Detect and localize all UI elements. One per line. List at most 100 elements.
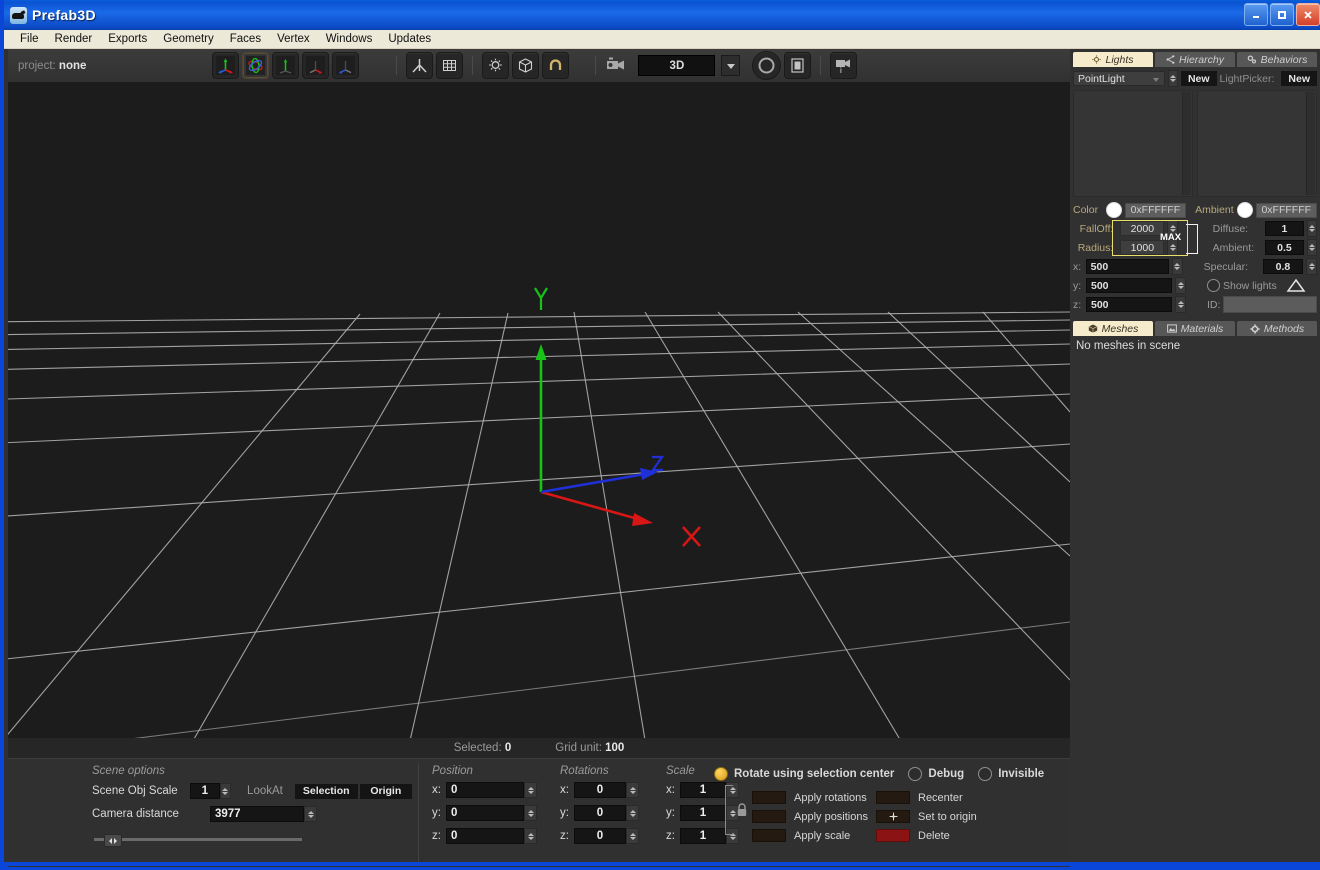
radius-field[interactable]: 1000 [1120, 240, 1165, 255]
new-light-button[interactable]: New [1180, 71, 1217, 86]
specular-spinner[interactable] [1306, 258, 1317, 275]
triangle-icon[interactable] [1286, 278, 1306, 293]
rotation-z-spinner[interactable] [626, 828, 639, 844]
minimize-button[interactable] [1244, 3, 1268, 26]
maximize-button[interactable] [1270, 3, 1294, 26]
camera-info-button[interactable]: i [830, 52, 858, 79]
tab-lights[interactable]: Lights [1073, 52, 1153, 67]
id-field[interactable] [1223, 296, 1317, 313]
translate-gizmo-button[interactable] [212, 52, 240, 79]
rotation-x-spinner[interactable] [626, 782, 639, 798]
menu-item-updates[interactable]: Updates [380, 32, 439, 46]
position-y-spinner[interactable] [524, 805, 537, 821]
tab-materials[interactable]: Materials [1155, 321, 1235, 336]
ambient-field[interactable]: 0.5 [1265, 240, 1304, 255]
rotate-gizmo-button[interactable] [242, 52, 270, 79]
pos-y-spinner[interactable] [1175, 277, 1186, 294]
light-bulb-button[interactable] [482, 52, 510, 79]
axis-gizmo-button[interactable] [332, 52, 360, 79]
diffuse-spinner[interactable] [1306, 220, 1318, 237]
diffuse-field[interactable]: 1 [1265, 221, 1304, 236]
menu-item-geometry[interactable]: Geometry [155, 32, 222, 46]
lookat-origin-button[interactable]: Origin [359, 783, 412, 799]
camera-distance-slider-knob[interactable] [104, 834, 122, 847]
tab-meshes[interactable]: Meshes [1073, 321, 1153, 336]
tab-hierarchy[interactable]: Hierarchy [1155, 52, 1235, 67]
menu-item-file[interactable]: File [12, 32, 47, 46]
position-x-field[interactable]: 0 [446, 782, 524, 798]
viewport-3d[interactable] [8, 82, 1070, 758]
set-to-origin-button[interactable] [876, 810, 910, 823]
scale-gizmo-button[interactable] [302, 52, 330, 79]
rotation-y-field[interactable]: 0 [574, 805, 626, 821]
menu-item-faces[interactable]: Faces [222, 32, 269, 46]
pos-x-spinner[interactable] [1171, 258, 1183, 275]
color-swatch[interactable] [1105, 202, 1122, 218]
magnet-snap-button[interactable] [542, 52, 570, 79]
pivot-button[interactable] [406, 52, 434, 79]
rotation-x-field[interactable]: 0 [574, 782, 626, 798]
pos-z-spinner[interactable] [1175, 296, 1186, 313]
circle-button[interactable] [752, 51, 782, 80]
apply-positions-button[interactable] [752, 810, 786, 823]
lookat-selection-button[interactable]: Selection [294, 783, 358, 799]
tab-materials-label: Materials [1180, 322, 1224, 335]
scale-x-field[interactable]: 1 [680, 782, 726, 798]
falloff-field[interactable]: 2000 [1120, 221, 1165, 236]
rotation-z-label: z: [560, 830, 569, 842]
wireframe-cube-button[interactable] [512, 52, 540, 79]
tab-methods[interactable]: Methods [1237, 321, 1317, 336]
light-type-spinner[interactable] [1167, 70, 1178, 87]
apply-scale-button[interactable] [752, 829, 786, 842]
position-x-spinner[interactable] [524, 782, 537, 798]
camera-distance-spinner[interactable] [304, 806, 317, 822]
scale-z-field[interactable]: 1 [680, 828, 726, 844]
pos-y-field[interactable]: 500 [1086, 278, 1172, 293]
rotation-z-field[interactable]: 0 [574, 828, 626, 844]
rotate-center-radio[interactable] [714, 767, 728, 781]
rotation-y-spinner[interactable] [626, 805, 639, 821]
pos-z-field[interactable]: 500 [1086, 297, 1172, 312]
position-z-field[interactable]: 0 [446, 828, 524, 844]
position-y-field[interactable]: 0 [446, 805, 524, 821]
color-hex-field[interactable]: 0xFFFFFF [1124, 202, 1187, 218]
light-selector-row: PointLight New LightPicker: New [1070, 67, 1320, 90]
light-type-select[interactable]: PointLight [1073, 71, 1165, 86]
show-lights-radio[interactable] [1207, 279, 1220, 292]
delete-button[interactable] [876, 829, 910, 842]
position-z-spinner[interactable] [524, 828, 537, 844]
close-button[interactable] [1296, 3, 1320, 26]
specular-field[interactable]: 0.8 [1262, 259, 1304, 274]
camera-mode-field[interactable]: 3D [638, 55, 716, 76]
scene-obj-scale-field[interactable]: 1 [189, 783, 220, 799]
debug-radio[interactable] [908, 767, 923, 781]
screen-button[interactable] [784, 52, 812, 79]
chevron-down-icon[interactable] [721, 55, 741, 76]
ambient-color-hex-field[interactable]: 0xFFFFFF [1255, 202, 1317, 218]
ambient-color-swatch[interactable] [1236, 202, 1253, 218]
camera-distance-field[interactable]: 3977 [210, 806, 304, 822]
tab-behaviors[interactable]: Behaviors [1237, 52, 1317, 67]
lights-listbox-scrollbar[interactable] [1182, 92, 1191, 195]
menu-item-exports[interactable]: Exports [100, 32, 155, 46]
scale-y-gizmo-button[interactable] [272, 52, 300, 79]
menu-item-vertex[interactable]: Vertex [269, 32, 318, 46]
invisible-radio[interactable] [978, 767, 993, 781]
recenter-button[interactable] [876, 791, 910, 804]
lock-icon[interactable] [736, 803, 748, 817]
pos-x-field[interactable]: 500 [1085, 259, 1169, 274]
lightpicker-new-button[interactable]: New [1281, 71, 1317, 86]
menu-item-windows[interactable]: Windows [318, 32, 381, 46]
application-window: Prefab3D File Render Exports Geometry Fa… [0, 0, 1320, 870]
svg-text:i: i [840, 66, 842, 75]
grid-button[interactable] [436, 52, 464, 79]
scene-obj-scale-spinner[interactable] [219, 783, 232, 799]
menu-item-render[interactable]: Render [47, 32, 101, 46]
camera-distance-slider[interactable] [94, 834, 302, 847]
lightpicker-listbox[interactable] [1197, 90, 1317, 197]
apply-rotations-button[interactable] [752, 791, 786, 804]
ambient-spinner[interactable] [1306, 239, 1318, 256]
lightpicker-listbox-scrollbar[interactable] [1306, 92, 1315, 195]
lights-listbox[interactable] [1073, 90, 1193, 197]
scale-y-field[interactable]: 1 [680, 805, 726, 821]
